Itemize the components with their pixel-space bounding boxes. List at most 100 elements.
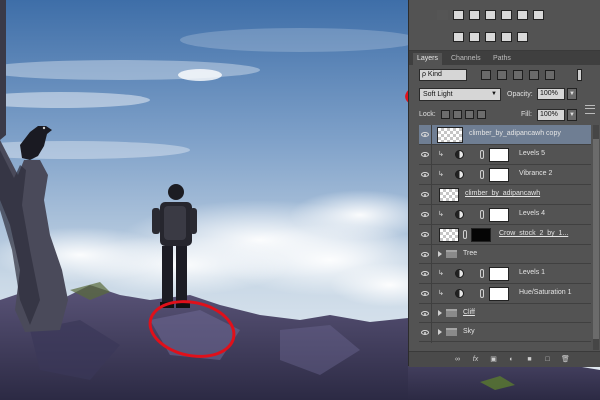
layer-name: Cliff	[463, 309, 475, 316]
layer-thumbnail	[439, 228, 459, 242]
lock-position-icon[interactable]	[465, 110, 474, 119]
layer-row[interactable]: ↳ Levels 5	[419, 145, 591, 165]
tab-layers[interactable]: Layers	[413, 53, 443, 65]
new-adjustment-icon[interactable]: ◐	[507, 355, 516, 364]
opacity-field[interactable]: 100%	[537, 88, 565, 100]
selective-color-icon[interactable]	[501, 32, 512, 42]
curves-icon[interactable]	[469, 10, 480, 20]
layer-name: climber_by_adipancawh copy	[469, 130, 561, 137]
layer-name: Levels 5	[519, 150, 546, 157]
delete-layer-icon[interactable]: 🗑	[561, 355, 570, 364]
filter-smart-object-icon[interactable]	[545, 70, 555, 80]
visibility-eye-icon[interactable]	[421, 132, 429, 137]
layer-mask-thumbnail	[489, 267, 509, 281]
visibility-eye-icon[interactable]	[421, 152, 429, 157]
layer-name: Tree	[463, 250, 478, 257]
layer-row[interactable]: ↳ Vibrance 2	[419, 165, 591, 185]
layer-row[interactable]: ↳ Hue/Saturation 1	[419, 284, 591, 304]
layer-row[interactable]: climber_by_adipancawh copy	[419, 125, 591, 145]
lock-all-icon[interactable]	[477, 110, 486, 119]
filter-adjustment-icon[interactable]	[497, 70, 507, 80]
folder-icon	[446, 250, 457, 258]
layers-panel: Layers Channels Paths ρ Kind Soft Light ▼…	[408, 0, 600, 367]
layer-list: climber_by_adipancawh copy ↳ Levels 5 ↳ …	[419, 125, 591, 350]
layer-mask-thumbnail	[489, 168, 509, 182]
row-divider	[431, 264, 432, 284]
lock-image-icon[interactable]	[453, 110, 462, 119]
expand-arrow-icon[interactable]	[438, 310, 442, 316]
visibility-eye-icon[interactable]	[421, 330, 429, 335]
adjustments-toolbar	[409, 0, 600, 51]
filter-toggle[interactable]	[577, 69, 582, 81]
layer-row[interactable]: ↳ Levels 1	[419, 264, 591, 284]
layer-filter-bar: ρ Kind	[409, 66, 600, 84]
levels-icon[interactable]	[453, 10, 464, 20]
visibility-eye-icon[interactable]	[421, 291, 429, 296]
tab-channels[interactable]: Channels	[447, 53, 485, 65]
lock-row: Lock: Fill: 100% ▼	[409, 107, 600, 123]
layer-group-row[interactable]: Sky	[419, 323, 591, 343]
visibility-eye-icon[interactable]	[421, 172, 429, 177]
layer-name: Levels 1	[519, 269, 546, 276]
filter-kind-select[interactable]: ρ Kind	[419, 69, 467, 81]
row-divider	[431, 205, 432, 225]
filter-shape-icon[interactable]	[529, 70, 539, 80]
new-layer-icon[interactable]: □	[543, 355, 552, 364]
folder-icon	[446, 309, 457, 317]
layer-row[interactable]: Crow_stock_2_by_1...	[419, 225, 591, 245]
brightness-icon[interactable]	[437, 10, 448, 20]
expand-arrow-icon[interactable]	[438, 329, 442, 335]
layer-group-row[interactable]: Cliff	[419, 304, 591, 324]
fill-field[interactable]: 100%	[537, 109, 565, 121]
filter-pixel-icon[interactable]	[481, 70, 491, 80]
filter-type-icon[interactable]	[513, 70, 523, 80]
link-layers-icon[interactable]: ∞	[453, 355, 462, 364]
mask-link-icon	[480, 269, 484, 278]
visibility-eye-icon[interactable]	[421, 232, 429, 237]
visibility-eye-icon[interactable]	[421, 192, 429, 197]
layer-name: Vibrance 2	[519, 170, 553, 177]
layer-style-icon[interactable]: fx	[471, 355, 480, 364]
threshold-icon[interactable]	[485, 32, 496, 42]
layer-name: Hue/Saturation 1	[519, 289, 572, 296]
layer-mask-thumbnail	[489, 208, 509, 222]
visibility-eye-icon[interactable]	[421, 311, 429, 316]
channel-mixer-icon[interactable]	[533, 10, 544, 20]
tab-paths[interactable]: Paths	[489, 53, 515, 65]
layer-row[interactable]: ↳ Levels 4	[419, 205, 591, 225]
blend-mode-select[interactable]: Soft Light ▼	[419, 88, 501, 101]
new-group-icon[interactable]: ■	[525, 355, 534, 364]
layer-row[interactable]: climber_by_adipancawh	[419, 185, 591, 205]
color-lookup-icon[interactable]	[517, 10, 528, 20]
exposure-icon[interactable]	[485, 10, 496, 20]
fill-dropdown-icon[interactable]: ▼	[567, 109, 577, 121]
clipping-arrow-icon: ↳	[438, 171, 444, 178]
vibrance-icon[interactable]	[501, 10, 512, 20]
mask-link-icon	[480, 170, 484, 179]
opacity-dropdown-icon[interactable]: ▼	[567, 88, 577, 100]
layer-group-row[interactable]: Tree	[419, 245, 591, 265]
adjustment-layer-icon	[455, 289, 464, 298]
adjustment-layer-icon	[455, 210, 464, 219]
gradient-map-icon[interactable]	[517, 32, 528, 42]
posterize-icon[interactable]	[469, 32, 480, 42]
row-divider	[431, 185, 432, 205]
lock-transparency-icon[interactable]	[441, 110, 450, 119]
adjustment-layer-icon	[455, 269, 464, 278]
layers-scrollbar[interactable]	[593, 125, 599, 350]
layer-name: Levels 4	[519, 210, 546, 217]
row-divider	[431, 125, 432, 145]
layer-mask-thumbnail	[471, 228, 491, 242]
scrollbar-thumb[interactable]	[593, 139, 599, 339]
layer-name: Sky	[463, 328, 475, 335]
clipping-arrow-icon: ↳	[438, 290, 444, 297]
chevron-down-icon: ▼	[491, 91, 497, 97]
expand-arrow-icon[interactable]	[438, 251, 442, 257]
mask-link-icon	[480, 150, 484, 159]
layer-thumbnail	[437, 127, 463, 143]
visibility-eye-icon[interactable]	[421, 271, 429, 276]
add-mask-icon[interactable]: ▣	[489, 355, 498, 364]
visibility-eye-icon[interactable]	[421, 212, 429, 217]
visibility-eye-icon[interactable]	[421, 252, 429, 257]
invert-icon[interactable]	[453, 32, 464, 42]
